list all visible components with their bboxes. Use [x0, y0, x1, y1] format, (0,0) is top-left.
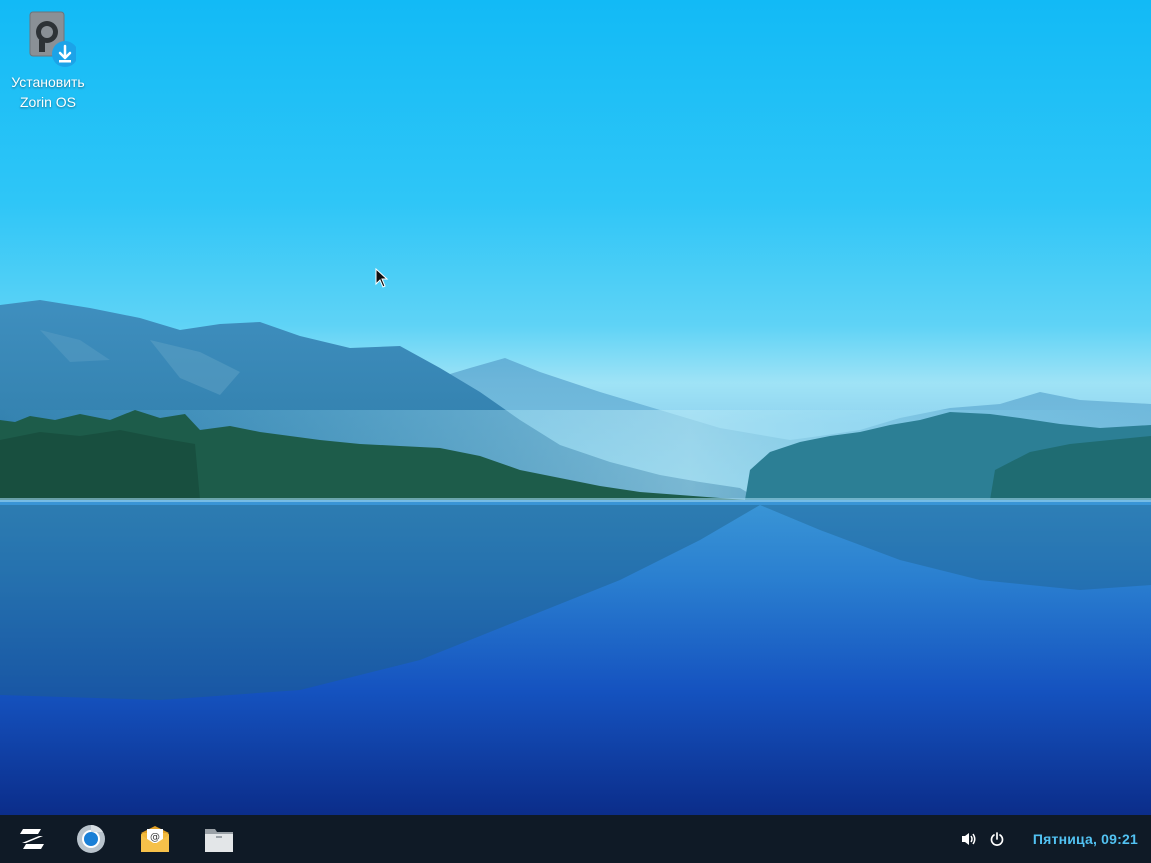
install-disk-icon: [20, 10, 78, 70]
desktop[interactable]: Установить Zorin OS: [0, 0, 1151, 815]
clock[interactable]: Пятница, 09:21: [1011, 831, 1151, 847]
web-browser-launcher[interactable]: [59, 815, 123, 863]
desktop-icon-label: Установить Zorin OS: [11, 74, 85, 110]
mail-launcher[interactable]: @: [123, 815, 187, 863]
mouse-cursor-icon: [375, 268, 389, 288]
zorin-logo-icon: [20, 829, 44, 849]
desktop-icon-install-zorin[interactable]: Установить Zorin OS: [8, 10, 88, 112]
volume-icon: [961, 833, 976, 845]
chromium-icon: [77, 825, 105, 853]
power-icon: [990, 832, 1004, 846]
svg-text:@: @: [150, 832, 160, 843]
system-tray: Пятница, 09:21: [955, 815, 1151, 863]
folder-icon: [205, 829, 233, 852]
power-button[interactable]: [983, 815, 1011, 863]
files-launcher[interactable]: [187, 815, 251, 863]
wallpaper-image: [0, 300, 1151, 815]
zorin-menu-button[interactable]: [0, 815, 64, 863]
taskbar: @ Пятница, 09:21: [0, 815, 1151, 863]
mail-icon: @: [141, 826, 169, 852]
volume-button[interactable]: [955, 815, 983, 863]
